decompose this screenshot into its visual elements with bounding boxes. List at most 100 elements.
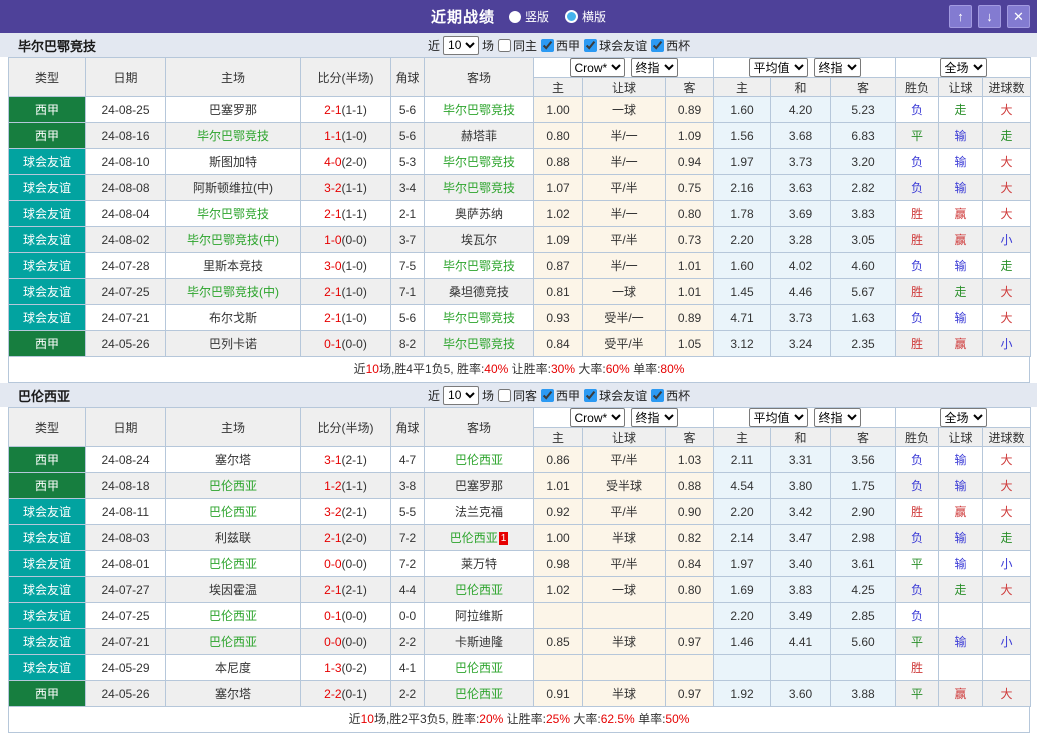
odds-away: 1.05	[664, 330, 715, 357]
near-label: 近	[428, 38, 441, 53]
col-header-odds-handicap: 让球	[582, 77, 666, 97]
match-type-badge: 球会友谊	[8, 628, 86, 655]
cup-checkbox[interactable]	[651, 388, 665, 402]
same-venue-checkbox[interactable]	[498, 38, 512, 52]
liga-checkbox[interactable]	[541, 38, 555, 52]
result-goals: 大	[982, 576, 1032, 603]
away-team: 阿拉维斯	[424, 602, 534, 629]
result-handicap: 输	[938, 446, 984, 473]
result-winloss: 负	[895, 446, 940, 473]
match-type-badge: 球会友谊	[8, 252, 86, 279]
avg-stage-select[interactable]: 终指	[813, 408, 861, 427]
result-handicap: 输	[938, 628, 984, 655]
odds-source-select[interactable]: Crow*	[569, 408, 625, 427]
avg-home: 2.20	[713, 602, 772, 629]
match-date: 24-08-18	[85, 472, 166, 499]
result-goals: 大	[982, 446, 1032, 473]
radio-label-vertical: 竖版	[524, 10, 549, 24]
summary-segment: 单率:	[629, 362, 661, 376]
league-filter-friendly[interactable]: 球会友谊	[583, 387, 647, 404]
match-count-select[interactable]: 10	[443, 35, 480, 55]
result-winloss: 平	[895, 550, 940, 577]
league-filter-cup[interactable]: 西杯	[650, 37, 690, 54]
odds-source-select[interactable]: Crow*	[569, 58, 625, 77]
match-score: 2-1(1-1)	[300, 96, 391, 123]
match-type-badge: 球会友谊	[8, 576, 86, 603]
match-score: 2-2(0-1)	[300, 680, 391, 707]
result-handicap: 走	[938, 278, 984, 305]
col-header-avg-away: 客	[830, 77, 897, 97]
away-team: 毕尔巴鄂竞技	[424, 330, 534, 357]
avg-source-select[interactable]: 平均值	[748, 58, 808, 77]
odds-handicap: 半/一	[582, 200, 666, 227]
away-team-name: 卡斯迪隆	[454, 635, 503, 649]
view-option-vertical[interactable]: 竖版	[508, 8, 549, 25]
count-badge: 1	[498, 532, 509, 545]
result-winloss: 负	[895, 96, 940, 123]
move-up-button[interactable]: ↑	[949, 5, 972, 28]
col-header-handicap-result: 让球	[938, 77, 984, 97]
league-filter-cup[interactable]: 西杯	[650, 387, 690, 404]
league-filter-friendly[interactable]: 球会友谊	[583, 37, 647, 54]
away-team: 毕尔巴鄂竞技	[424, 304, 534, 331]
match-count-select[interactable]: 10	[443, 385, 480, 405]
view-mode-radio-group: 竖版 横版	[508, 8, 606, 25]
match-row: 球会友谊 24-08-02 毕尔巴鄂竞技(中) 1-0(0-0) 3-7 埃瓦尔 1.09 平…	[8, 226, 1032, 253]
col-header-goals: 进球数	[982, 77, 1032, 97]
cup-checkbox[interactable]	[651, 38, 665, 52]
match-score: 1-1(1-0)	[300, 122, 391, 149]
away-team: 巴伦西亚 1	[424, 524, 534, 551]
home-team-name: 利兹联	[214, 531, 251, 545]
scope-select[interactable]: 全场	[939, 408, 987, 427]
friendly-checkbox[interactable]	[584, 388, 598, 402]
summary-segment: 40%	[484, 362, 509, 376]
near-label: 近	[428, 388, 441, 403]
match-row: 球会友谊 24-07-25 巴伦西亚 0-1(0-0) 0-0 阿拉维斯 2.20 3.49 2…	[8, 602, 1032, 629]
avg-draw: 3.73	[770, 148, 832, 175]
avg-away: 3.61	[830, 550, 897, 577]
liga-checkbox[interactable]	[541, 388, 555, 402]
summary-segment: 场,胜4平1负5, 胜率:	[378, 362, 485, 376]
away-team-name: 毕尔巴鄂竞技	[442, 181, 515, 195]
home-team-name: 本尼度	[214, 661, 251, 675]
scope-select[interactable]: 全场	[939, 58, 987, 77]
match-date: 24-07-28	[85, 252, 166, 279]
friendly-checkbox[interactable]	[584, 38, 598, 52]
avg-away: 3.83	[830, 200, 897, 227]
match-type-badge: 西甲	[8, 446, 86, 473]
match-row: 球会友谊 24-08-03 利兹联 2-1(2-0) 7-2 巴伦西亚 1 1.00 半球 0.8…	[8, 524, 1032, 551]
move-down-button[interactable]: ↓	[978, 5, 1001, 28]
avg-draw: 4.41	[770, 628, 832, 655]
same-venue-checkbox[interactable]	[498, 388, 512, 402]
col-header-goals: 进球数	[982, 427, 1032, 447]
summary-segment: 大率:	[575, 362, 606, 376]
odds-home: 0.93	[533, 304, 583, 331]
league-filter-liga[interactable]: 西甲	[540, 37, 580, 54]
odds-stage-select[interactable]: 终指	[630, 58, 678, 77]
home-team-name: 埃因霍温	[208, 583, 257, 597]
odds-stage-select[interactable]: 终指	[630, 408, 678, 427]
league-filter-liga[interactable]: 西甲	[540, 387, 580, 404]
match-date: 24-08-01	[85, 550, 166, 577]
avg-home: 2.20	[713, 226, 772, 253]
same-venue-filter[interactable]: 同客	[497, 387, 537, 404]
home-team-name: 毕尔巴鄂竞技(中)	[187, 233, 279, 247]
home-team: 阿斯顿维拉(中)	[165, 174, 301, 201]
match-row: 西甲 24-08-16 毕尔巴鄂竞技 1-1(1-0) 5-6 赫塔菲 0.80 半/一 1.0…	[8, 122, 1032, 149]
result-goals: 走	[982, 252, 1032, 279]
odds-home: 1.02	[533, 200, 583, 227]
same-venue-filter[interactable]: 同主	[497, 37, 537, 54]
avg-source-select[interactable]: 平均值	[748, 408, 808, 427]
away-team-name: 巴伦西亚	[454, 687, 503, 701]
away-team-name: 桑坦德竞技	[448, 285, 509, 299]
close-button[interactable]: ✕	[1007, 5, 1030, 28]
odds-group-header: Crow* 终指	[532, 407, 715, 428]
avg-stage-select[interactable]: 终指	[813, 58, 861, 77]
result-winloss: 胜	[895, 330, 940, 357]
home-team-name: 毕尔巴鄂竞技	[196, 207, 269, 221]
summary-segment: 让胜率:	[508, 362, 551, 376]
view-option-horizontal[interactable]: 横版	[565, 8, 606, 25]
match-type-badge: 球会友谊	[8, 278, 86, 305]
result-goals: 大	[982, 304, 1032, 331]
odds-away: 0.84	[664, 550, 715, 577]
